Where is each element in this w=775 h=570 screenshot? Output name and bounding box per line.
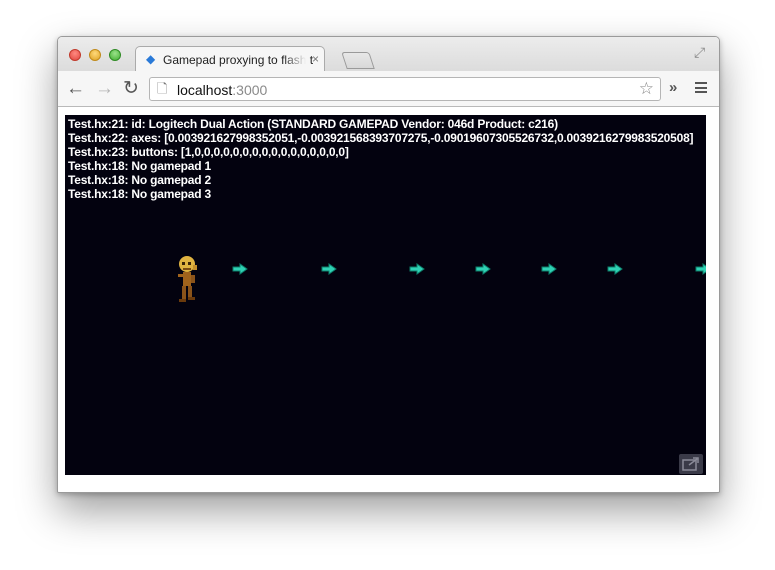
fullscreen-icon[interactable]: ⤢ [694, 45, 705, 59]
log-line: Test.hx:23: buttons: [1,0,0,0,0,0,0,0,0,… [68, 145, 349, 159]
log-line: Test.hx:22: axes: [0.003921627998352051,… [68, 131, 694, 145]
title-bar: ◆ Gamepad proxying to flash t × ⤢ [58, 37, 719, 72]
game-canvas[interactable]: Test.hx:21: id: Logitech Dual Action (ST… [65, 115, 706, 475]
bookmark-star-icon[interactable]: ☆ [639, 80, 654, 98]
player-sprite [178, 256, 197, 302]
log-line: Test.hx:18: No gamepad 3 [68, 187, 212, 201]
close-window-button[interactable] [69, 49, 81, 61]
arrow-projectile [541, 263, 557, 275]
address-bar[interactable]: 🗋 localhost:3000 ☆ [149, 77, 661, 101]
log-line: Test.hx:21: id: Logitech Dual Action (ST… [68, 117, 558, 131]
menu-icon[interactable] [695, 82, 707, 93]
browser-window: ◆ Gamepad proxying to flash t × ⤢ ← → ↻ … [57, 36, 720, 493]
tab-active[interactable]: ◆ Gamepad proxying to flash t × [135, 46, 325, 72]
tab-title-fade [284, 49, 306, 69]
url-text[interactable]: localhost:3000 [177, 82, 267, 98]
forward-arrow-icon[interactable]: → [95, 79, 114, 98]
new-tab-button[interactable] [341, 52, 375, 69]
page-icon: 🗋 [157, 81, 168, 96]
tab-close-icon[interactable]: × [312, 52, 319, 66]
arrow-projectile [409, 263, 425, 275]
back-arrow-icon[interactable]: ← [66, 79, 85, 98]
browser-toolbar: ← → ↻ 🗋 localhost:3000 ☆ » [58, 71, 719, 107]
arrow-projectile [321, 263, 337, 275]
arrow-projectile [607, 263, 623, 275]
extensions-chevron-icon[interactable]: » [669, 80, 677, 95]
share-icon[interactable] [679, 454, 703, 474]
haxe-logo-icon: ◆ [146, 52, 156, 66]
page-viewport: Test.hx:21: id: Logitech Dual Action (ST… [58, 107, 719, 492]
minimize-window-button[interactable] [89, 49, 101, 61]
log-line: Test.hx:18: No gamepad 2 [68, 173, 212, 187]
log-line: Test.hx:18: No gamepad 1 [68, 159, 212, 173]
arrow-projectile [695, 263, 706, 275]
arrow-projectile [232, 263, 248, 275]
arrow-projectile [475, 263, 491, 275]
url-port: :3000 [232, 82, 268, 98]
url-host: localhost [177, 82, 233, 98]
debug-log: Test.hx:21: id: Logitech Dual Action (ST… [68, 117, 704, 201]
reload-icon[interactable]: ↻ [123, 79, 139, 98]
maximize-window-button[interactable] [109, 49, 121, 61]
